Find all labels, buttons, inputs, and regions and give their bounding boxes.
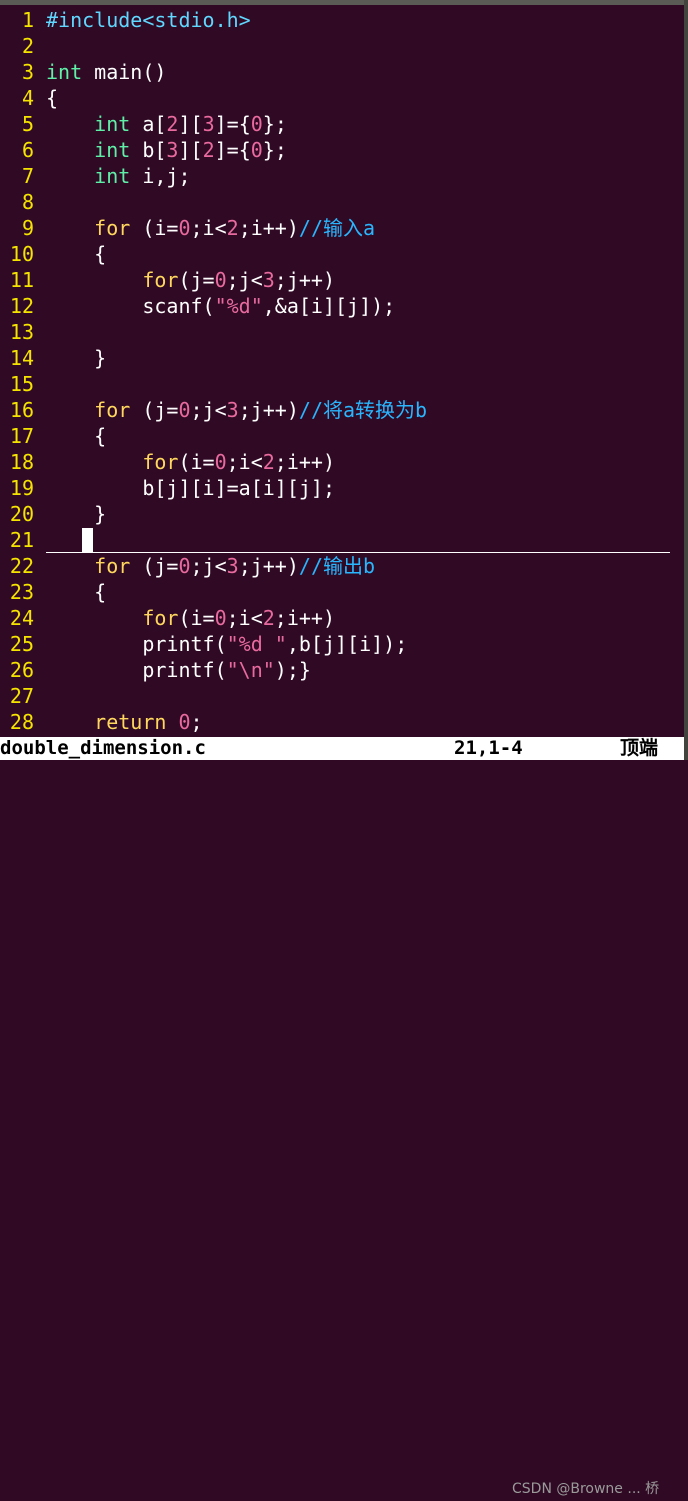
code-text: {: [46, 580, 107, 604]
line-number: 17: [9, 424, 34, 448]
code-text: for (j=0;j<3;j++)//输出b: [94, 554, 376, 578]
code-line-1[interactable]: 1 #include<stdio.h>: [0, 7, 684, 33]
code-line-20[interactable]: 20 }: [0, 501, 684, 527]
line-number: 13: [9, 320, 34, 344]
code-text: {: [46, 86, 59, 110]
line-number: 5: [21, 112, 34, 136]
code-line-21-cursor[interactable]: 21: [0, 527, 684, 553]
line-number: 2: [21, 34, 34, 58]
code-line-14[interactable]: 14 }: [0, 345, 684, 371]
code-line-16[interactable]: 16 for (j=0;j<3;j++)//将a转换为b: [0, 397, 684, 423]
code-text: for(i=0;i<2;i++): [142, 450, 336, 474]
line-number: 24: [9, 606, 34, 630]
line-number: 28: [9, 710, 34, 734]
line-number: 3: [21, 60, 34, 84]
line-number: 20: [9, 502, 34, 526]
code-line-22[interactable]: 22 for (j=0;j<3;j++)//输出b: [0, 553, 684, 579]
window-right-edge: [684, 0, 688, 767]
line-number: 9: [21, 216, 34, 240]
line-number: 8: [21, 190, 34, 214]
code-text: {: [46, 424, 107, 448]
code-line-17[interactable]: 17 {: [0, 423, 684, 449]
code-text: for (i=0;i<2;i++)//输入a: [94, 216, 376, 240]
line-number: 21: [9, 528, 34, 552]
code-text: }: [46, 346, 107, 370]
line-number: 6: [21, 138, 34, 162]
code-line-3[interactable]: 3 int main(): [0, 59, 684, 85]
code-text: }: [46, 502, 107, 526]
line-number: 12: [9, 294, 34, 318]
code-text: int main(): [46, 60, 167, 84]
line-number: 25: [9, 632, 34, 656]
code-line-25[interactable]: 25 printf("%d ",b[j][i]);: [0, 631, 684, 657]
code-line-10[interactable]: 10 {: [0, 241, 684, 267]
code-line-28[interactable]: 28 return 0;: [0, 709, 684, 735]
code-line-6[interactable]: 6 int b[3][2]={0};: [0, 137, 684, 163]
status-scroll-indicator: 顶端: [620, 737, 659, 759]
code-text: int b[3][2]={0};: [94, 138, 287, 162]
window-bottom-edge: [0, 760, 688, 767]
code-text: for (j=0;j<3;j++)//将a转换为b: [94, 398, 428, 422]
code-line-12[interactable]: 12 scanf("%d",&a[i][j]);: [0, 293, 684, 319]
code-text: for(i=0;i<2;i++): [142, 606, 336, 630]
line-number: 1: [21, 8, 34, 32]
vim-editor[interactable]: 1 #include<stdio.h> 2 3 int main() 4{ 5 in…: [0, 7, 684, 735]
status-filename: double_dimension.c: [0, 737, 206, 759]
code-line-27[interactable]: 27: [0, 683, 684, 709]
line-number: 22: [9, 554, 34, 578]
line-number: 14: [9, 346, 34, 370]
line-number: 15: [9, 372, 34, 396]
terminal-window: 1 #include<stdio.h> 2 3 int main() 4{ 5 in…: [0, 0, 688, 1497]
code-text: printf("\n");}: [46, 658, 311, 682]
code-line-2[interactable]: 2: [0, 33, 684, 59]
code-line-19[interactable]: 19 b[j][i]=a[i][j];: [0, 475, 684, 501]
code-text: {: [46, 242, 107, 266]
code-text: for(j=0;j<3;j++): [142, 268, 336, 292]
line-number: 7: [21, 164, 34, 188]
code-line-13[interactable]: 13: [0, 319, 684, 345]
line-number: 16: [9, 398, 34, 422]
code-text: int i,j;: [94, 164, 191, 188]
code-text: return 0;: [94, 710, 203, 734]
code-text: int a[2][3]={0};: [94, 112, 287, 136]
code-line-11[interactable]: 11 for(j=0;j<3;j++): [0, 267, 684, 293]
code-text: printf("%d ",b[j][i]);: [46, 632, 408, 656]
code-line-18[interactable]: 18 for(i=0;i<2;i++): [0, 449, 684, 475]
line-number: 10: [9, 242, 34, 266]
code-line-8[interactable]: 8: [0, 189, 684, 215]
code-line-23[interactable]: 23 {: [0, 579, 684, 605]
watermark-text: CSDN @Browne ... 桥: [512, 1481, 660, 1497]
code-line-24[interactable]: 24 for(i=0;i<2;i++): [0, 605, 684, 631]
line-number: 27: [9, 684, 34, 708]
status-cursor-position: 21,1-4: [454, 737, 523, 759]
line-number: 23: [9, 580, 34, 604]
code-line-15[interactable]: 15: [0, 371, 684, 397]
code-line-7[interactable]: 7 int i,j;: [0, 163, 684, 189]
code-line-5[interactable]: 5 int a[2][3]={0};: [0, 111, 684, 137]
code-text: b[j][i]=a[i][j];: [46, 476, 335, 500]
code-line-4[interactable]: 4{: [0, 85, 684, 111]
vim-status-bar: double_dimension.c 21,1-4 顶端 CSDN @Brown…: [0, 737, 684, 1497]
code-text: scanf("%d",&a[i][j]);: [46, 294, 396, 318]
line-number: 19: [9, 476, 34, 500]
line-number: 11: [9, 268, 34, 292]
code-line-9[interactable]: 9 for (i=0;i<2;i++)//输入a: [0, 215, 684, 241]
window-top-edge: [0, 0, 688, 5]
code-text: #include<stdio.h>: [46, 8, 251, 32]
line-number: 18: [9, 450, 34, 474]
line-number: 26: [9, 658, 34, 682]
line-number: 4: [21, 86, 34, 110]
code-line-26[interactable]: 26 printf("\n");}: [0, 657, 684, 683]
text-cursor: [82, 528, 93, 552]
